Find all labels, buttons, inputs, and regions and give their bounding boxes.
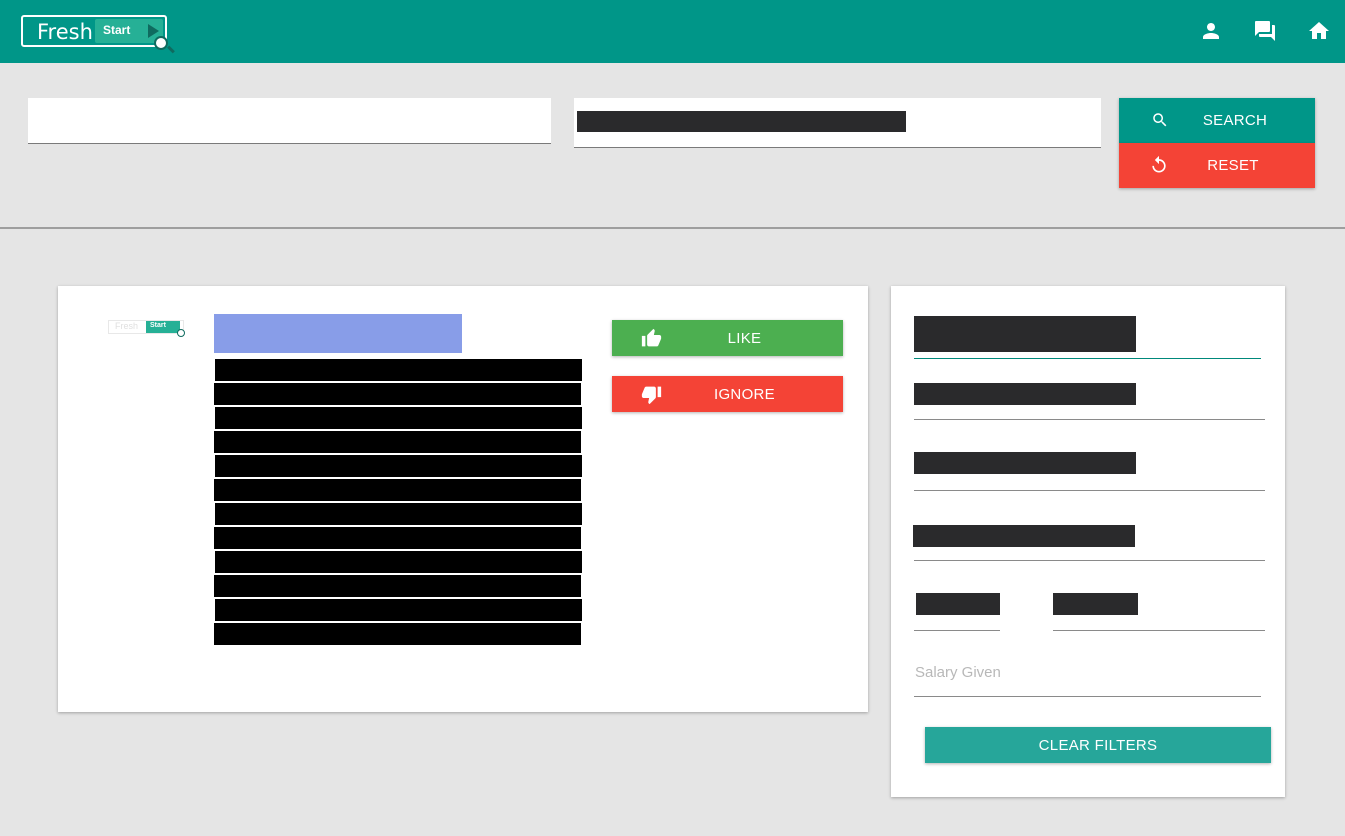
keyword-search-input[interactable]	[28, 98, 551, 144]
redacted-line	[214, 383, 581, 405]
like-button[interactable]: LIKE	[612, 320, 843, 356]
fresh-start-logo[interactable]: Fresh Start	[21, 15, 175, 54]
filter-field-underline[interactable]	[914, 490, 1265, 491]
redacted-line	[214, 479, 581, 501]
filter-field-underline[interactable]	[914, 419, 1265, 420]
ignore-button[interactable]: IGNORE	[612, 376, 843, 412]
filter-panel: Salary Given CLEAR FILTERS	[891, 286, 1285, 797]
reset-button[interactable]: RESET	[1119, 143, 1315, 188]
like-button-label: LIKE	[727, 329, 762, 347]
search-button-label: SEARCH	[1202, 112, 1268, 129]
redacted-line	[215, 407, 582, 429]
redacted-line	[214, 527, 581, 549]
redacted-line	[215, 455, 582, 477]
account-icon[interactable]	[1199, 19, 1223, 43]
job-title-highlight[interactable]	[214, 314, 462, 353]
reset-button-label: RESET	[1207, 157, 1259, 174]
redacted-filter-value	[916, 593, 1000, 615]
logo-wordmark: Fresh	[37, 20, 93, 44]
redacted-line	[214, 431, 581, 453]
redacted-field-value	[577, 111, 906, 132]
job-card: Fresh Start LIKE IGNORE	[58, 286, 868, 712]
filter-field-underline[interactable]	[914, 560, 1265, 561]
logo-badge: Start	[95, 19, 163, 43]
redacted-filter-value	[914, 316, 1136, 352]
salary-field-underline[interactable]	[914, 696, 1261, 697]
filter-field-underline[interactable]	[914, 630, 1000, 631]
company-logo-word: Fresh	[115, 321, 139, 331]
company-logo-badge: Start	[146, 321, 180, 333]
magnifier-icon	[154, 36, 168, 50]
redacted-line	[215, 551, 582, 573]
filter-field-underline[interactable]	[914, 358, 1261, 359]
clear-filters-button[interactable]: CLEAR FILTERS	[925, 727, 1271, 763]
redacted-line	[215, 359, 582, 381]
logo-badge-text: Start	[103, 23, 131, 37]
salary-given-label: Salary Given	[915, 664, 1001, 681]
magnifier-handle	[167, 45, 175, 54]
redacted-line	[215, 503, 582, 525]
redacted-filter-value	[913, 525, 1135, 547]
home-icon[interactable]	[1307, 19, 1331, 43]
filter-field-underline[interactable]	[1053, 630, 1265, 631]
redacted-line	[214, 623, 581, 645]
company-logo-magnifier-icon	[177, 329, 185, 337]
app-bar: Fresh Start	[0, 0, 1345, 63]
ignore-button-label: IGNORE	[714, 385, 775, 403]
redacted-line	[215, 599, 582, 621]
company-logo: Fresh Start	[108, 320, 185, 337]
redacted-filter-value	[1053, 593, 1138, 615]
redacted-filter-value	[914, 383, 1136, 405]
redacted-line	[214, 575, 581, 597]
redacted-filter-value	[914, 452, 1136, 474]
location-search-input[interactable]	[574, 98, 1101, 148]
forum-icon[interactable]	[1253, 19, 1277, 43]
search-button[interactable]: SEARCH	[1119, 98, 1315, 143]
clear-filters-label: CLEAR FILTERS	[1038, 736, 1158, 754]
